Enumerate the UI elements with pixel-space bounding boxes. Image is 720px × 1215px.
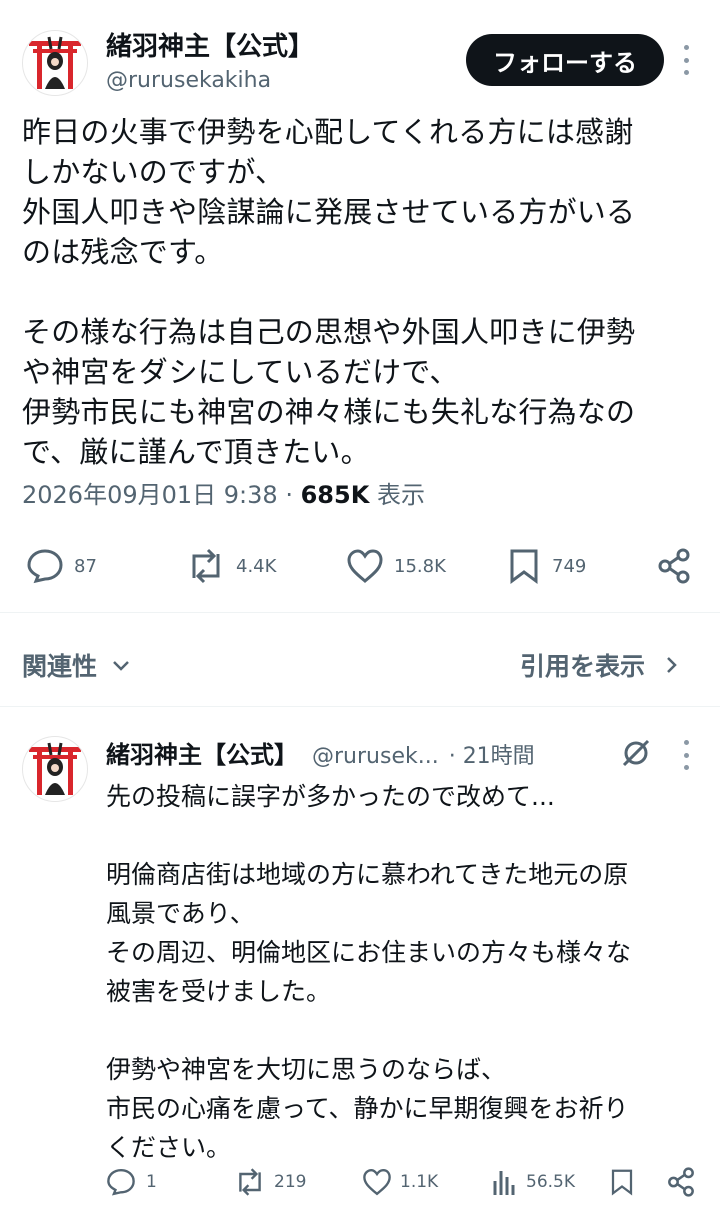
heart-icon	[347, 549, 383, 583]
repost-count: 4.4K	[236, 555, 277, 577]
like-button[interactable]: 15.8K	[346, 548, 446, 584]
bookmark-icon	[510, 549, 538, 584]
share-button[interactable]	[656, 548, 692, 584]
reply-icon	[27, 549, 63, 584]
like-count: 15.8K	[394, 555, 446, 577]
author-handle[interactable]: @rurusekakiha	[106, 68, 271, 93]
repost-icon	[192, 548, 220, 584]
reply-author-avatar[interactable]	[22, 736, 88, 802]
bookmark-button[interactable]: 749	[508, 548, 586, 584]
reply-text: 先の投稿に誤字が多かったので改めて... 明倫商店街は地域の方に慕われてきた地元…	[106, 782, 632, 1162]
reply-share-button[interactable]	[666, 1167, 696, 1197]
share-icon	[668, 1167, 694, 1197]
reply-author-name[interactable]: 緒羽神主【公式】	[106, 735, 298, 770]
reply-like-button[interactable]: 1.1K	[362, 1167, 438, 1197]
repost-button[interactable]: 4.4K	[186, 548, 276, 584]
reply-count: 87	[74, 555, 97, 577]
author-avatar[interactable]	[22, 30, 88, 96]
post-timestamp[interactable]: 2026年09月01日 9:38	[22, 481, 278, 509]
reply-button[interactable]: 87	[26, 548, 97, 584]
sort-relevance-dropdown[interactable]: 関連性	[22, 647, 133, 683]
views-label: 表示	[376, 481, 425, 509]
author-name[interactable]: 緒羽神主【公式】	[106, 26, 314, 63]
share-icon	[658, 548, 690, 584]
reply-reply-button[interactable]: 1	[106, 1167, 157, 1197]
torii-avatar-icon	[29, 742, 81, 795]
reply-header: 緒羽神主【公式】 @rurusek... · 21時間	[106, 735, 535, 770]
post-meta: 2026年09月01日 9:38 · 685K 表示	[22, 475, 425, 510]
reply-repost-button[interactable]: 219	[234, 1167, 306, 1197]
reply-views-count: 56.5K	[526, 1172, 575, 1192]
reply-like-count: 1.1K	[400, 1172, 439, 1192]
chevron-right-icon	[667, 657, 677, 673]
divider	[0, 706, 720, 707]
repost-icon	[239, 1168, 261, 1196]
heart-icon	[363, 1168, 391, 1196]
follow-button[interactable]: フォローする	[466, 34, 664, 86]
grok-icon[interactable]	[620, 737, 652, 769]
torii-avatar-icon	[29, 36, 81, 89]
views-count: 685K	[300, 481, 370, 509]
analytics-icon	[493, 1171, 515, 1195]
reply-reply-count: 1	[146, 1172, 157, 1192]
reply-views-button[interactable]: 56.5K	[492, 1167, 575, 1197]
reply-repost-count: 219	[274, 1172, 307, 1192]
more-options-icon[interactable]	[674, 45, 698, 75]
bookmark-count: 749	[552, 555, 587, 577]
chevron-down-icon	[113, 661, 129, 671]
divider	[0, 612, 720, 613]
relevance-label: 関連性	[22, 652, 98, 681]
post-text: 昨日の火事で伊勢を心配してくれる方には感謝 しかないのですが、 外国人叩きや陰謀…	[22, 115, 636, 469]
meta-separator: ·	[285, 481, 293, 509]
view-quotes-label: 引用を表示	[520, 652, 646, 681]
reply-bookmark-button[interactable]	[610, 1167, 634, 1197]
reply-time[interactable]: · 21時間	[449, 738, 535, 770]
reply-more-options-icon[interactable]	[674, 740, 698, 770]
reply-icon	[107, 1168, 135, 1196]
bookmark-icon	[611, 1169, 633, 1196]
view-quotes-link[interactable]: 引用を表示	[520, 647, 683, 683]
reply-author-handle[interactable]: @rurusek...	[312, 744, 439, 769]
